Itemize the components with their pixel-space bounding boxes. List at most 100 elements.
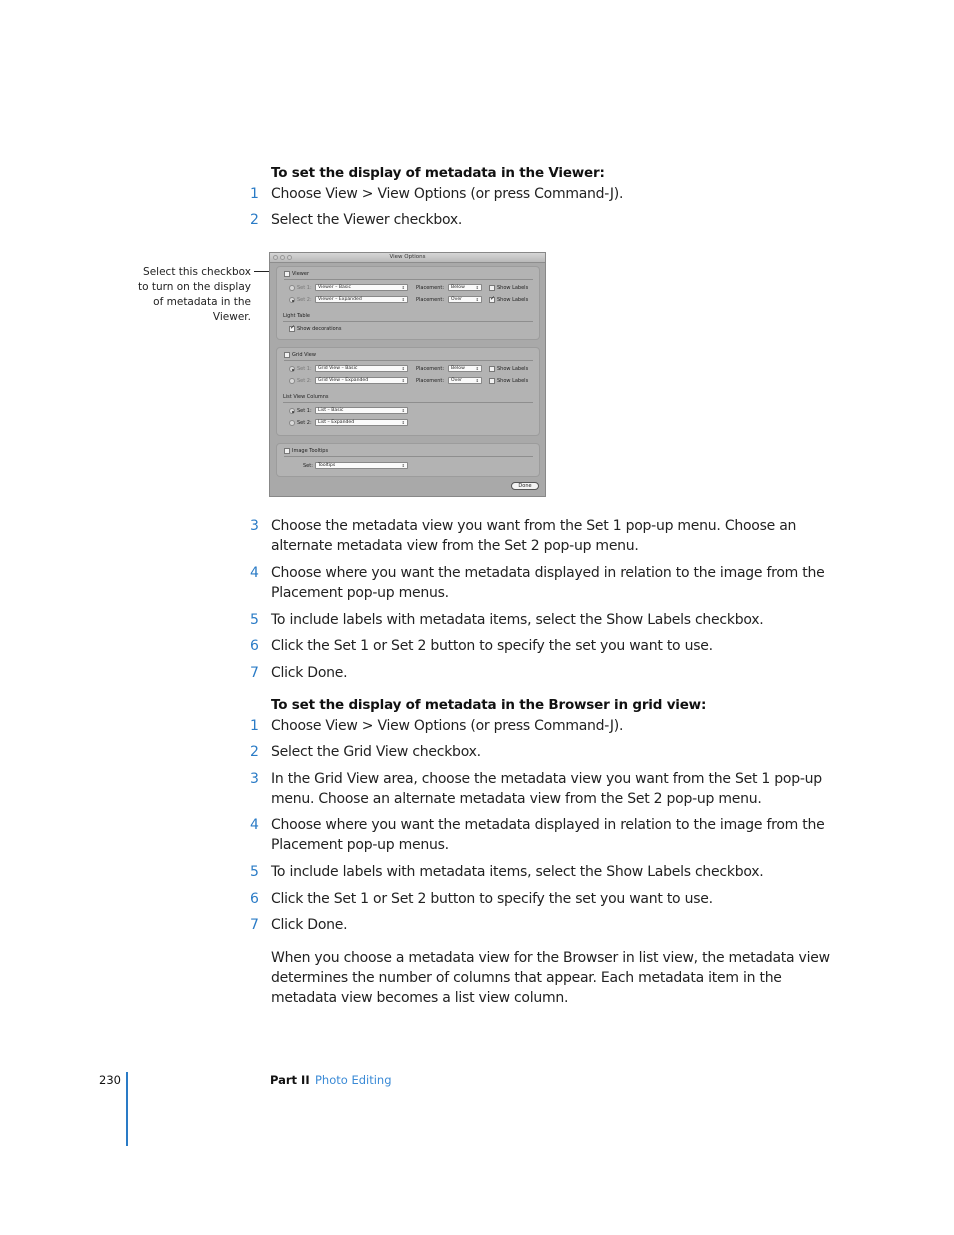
popup-arrows-icon: ⇕ [401, 463, 405, 468]
step-text: Choose View > View Options (or press Com… [271, 186, 624, 202]
done-button[interactable]: Done [511, 482, 539, 490]
list-view-columns-label: List View Columns [283, 394, 329, 400]
popup-value: Viewer – Basic [318, 285, 351, 290]
viewer-label: Viewer [292, 271, 309, 277]
step-text: Click the Set 1 or Set 2 button to speci… [271, 638, 713, 654]
step-item: 4 Choose where you want the metadata dis… [250, 815, 830, 855]
grid-view-group: Grid View Set 1: Grid View – Basic ⇕ Plac… [276, 347, 540, 436]
popup-value: Over [451, 297, 463, 302]
divider [284, 360, 533, 361]
popup-arrows-icon: ⇕ [475, 297, 479, 302]
step-number: 5 [250, 612, 259, 628]
grid-placement1-popup[interactable]: Below ⇕ [448, 365, 482, 372]
viewer-set1-radio[interactable] [289, 285, 295, 291]
show-labels-label: Show Labels [497, 297, 529, 303]
popup-arrows-icon: ⇕ [401, 366, 405, 371]
grid-placement2-popup[interactable]: Over ⇕ [448, 377, 482, 384]
step-number: 7 [250, 917, 259, 933]
step-text: Select the Grid View checkbox. [271, 744, 481, 760]
section-heading-grid-view: To set the display of metadata in the Br… [271, 697, 707, 713]
grid-set1-label: Set 1: [297, 366, 312, 372]
footer-chapter-link[interactable]: Photo Editing [315, 1073, 392, 1087]
popup-arrows-icon: ⇕ [475, 366, 479, 371]
image-tooltips-group: Image Tooltips Set: Tooltips ⇕ [276, 443, 540, 477]
popup-value: Below [451, 366, 465, 371]
step-number: 3 [250, 771, 259, 787]
image-tooltips-label: Image Tooltips [292, 448, 329, 454]
dialog-title: View Options [389, 254, 426, 260]
step-text: Click Done. [271, 665, 348, 681]
step-number: 2 [250, 744, 259, 760]
popup-value: Grid View – Basic [318, 366, 358, 371]
viewer-set1-label: Set 1: [297, 285, 312, 291]
show-decorations-label: Show decorations [297, 326, 342, 332]
popup-arrows-icon: ⇕ [401, 378, 405, 383]
popup-value: List – Expanded [318, 420, 355, 425]
step-number: 6 [250, 891, 259, 907]
popup-arrows-icon: ⇕ [401, 420, 405, 425]
tooltips-set-label: Set: [303, 463, 313, 469]
grid-placement2-label: Placement: [416, 378, 445, 384]
viewer-checkbox[interactable] [284, 271, 290, 277]
viewer-set2-popup[interactable]: Viewer – Expanded ⇕ [315, 296, 408, 303]
list-set2-popup[interactable]: List – Expanded ⇕ [315, 419, 408, 426]
show-labels-label: Show Labels [497, 378, 529, 384]
tooltips-set-popup[interactable]: Tooltips ⇕ [315, 462, 408, 469]
viewer-placement1-popup[interactable]: Below ⇕ [448, 284, 482, 291]
list-set2-radio[interactable] [289, 420, 295, 426]
popup-arrows-icon: ⇕ [401, 408, 405, 413]
grid-placement1-label: Placement: [416, 366, 445, 372]
section-heading-viewer: To set the display of metadata in the Vi… [271, 165, 605, 181]
viewer-show-labels2-checkbox[interactable] [489, 295, 495, 303]
popup-value: Tooltips [318, 463, 336, 468]
grid-set1-radio[interactable] [289, 366, 295, 372]
step-number: 4 [250, 817, 259, 833]
step-text: Select the Viewer checkbox. [271, 212, 463, 228]
step-text: Choose where you want the metadata displ… [271, 817, 825, 853]
show-labels-label: Show Labels [497, 366, 529, 372]
step-text: Click Done. [271, 917, 348, 933]
divider [284, 456, 533, 457]
viewer-placement2-label: Placement: [416, 297, 445, 303]
page-number: 230 [99, 1073, 121, 1087]
popup-value: Over [451, 378, 463, 383]
viewer-group: Viewer Set 1: Viewer – Basic ⇕ Placement:… [276, 266, 540, 340]
viewer-placement2-popup[interactable]: Over ⇕ [448, 296, 482, 303]
light-table-label: Light Table [283, 313, 310, 319]
grid-set2-radio[interactable] [289, 378, 295, 384]
view-options-dialog: View Options Viewer Set 1: Viewer – Basi… [269, 252, 546, 497]
grid-set2-popup[interactable]: Grid View – Expanded ⇕ [315, 377, 408, 384]
step-text: Click the Set 1 or Set 2 button to speci… [271, 891, 713, 907]
step-text: In the Grid View area, choose the metada… [271, 771, 822, 807]
dialog-titlebar: View Options [270, 253, 545, 263]
popup-arrows-icon: ⇕ [401, 297, 405, 302]
grid-show-labels2-checkbox[interactable] [489, 378, 495, 384]
list-set1-radio[interactable] [289, 408, 295, 414]
list-set1-label: Set 1: [297, 408, 312, 414]
step-text: To include labels with metadata items, s… [271, 864, 764, 880]
step-text: Choose where you want the metadata displ… [271, 565, 825, 601]
viewer-set1-popup[interactable]: Viewer – Basic ⇕ [315, 284, 408, 291]
step-item: 3 In the Grid View area, choose the meta… [250, 769, 830, 809]
grid-show-labels1-checkbox[interactable] [489, 366, 495, 372]
step-number: 1 [250, 718, 259, 734]
step-number: 2 [250, 212, 259, 228]
step-text: To include labels with metadata items, s… [271, 612, 764, 628]
footer-rule [126, 1072, 128, 1146]
show-decorations-checkbox[interactable] [289, 324, 295, 332]
viewer-set2-radio[interactable] [289, 297, 295, 303]
list-set1-popup[interactable]: List – Basic ⇕ [315, 407, 408, 414]
step-number: 5 [250, 864, 259, 880]
popup-arrows-icon: ⇕ [475, 285, 479, 290]
image-tooltips-checkbox[interactable] [284, 448, 290, 454]
viewer-show-labels1-checkbox[interactable] [489, 285, 495, 291]
divider [283, 321, 533, 322]
grid-set1-popup[interactable]: Grid View – Basic ⇕ [315, 365, 408, 372]
step-item: 3 Choose the metadata view you want from… [250, 516, 830, 556]
grid-view-label: Grid View [292, 352, 316, 358]
grid-view-checkbox[interactable] [284, 352, 290, 358]
step-number: 3 [250, 518, 259, 534]
list-view-note: When you choose a metadata view for the … [271, 950, 830, 1006]
popup-value: Below [451, 285, 465, 290]
step-number: 4 [250, 565, 259, 581]
